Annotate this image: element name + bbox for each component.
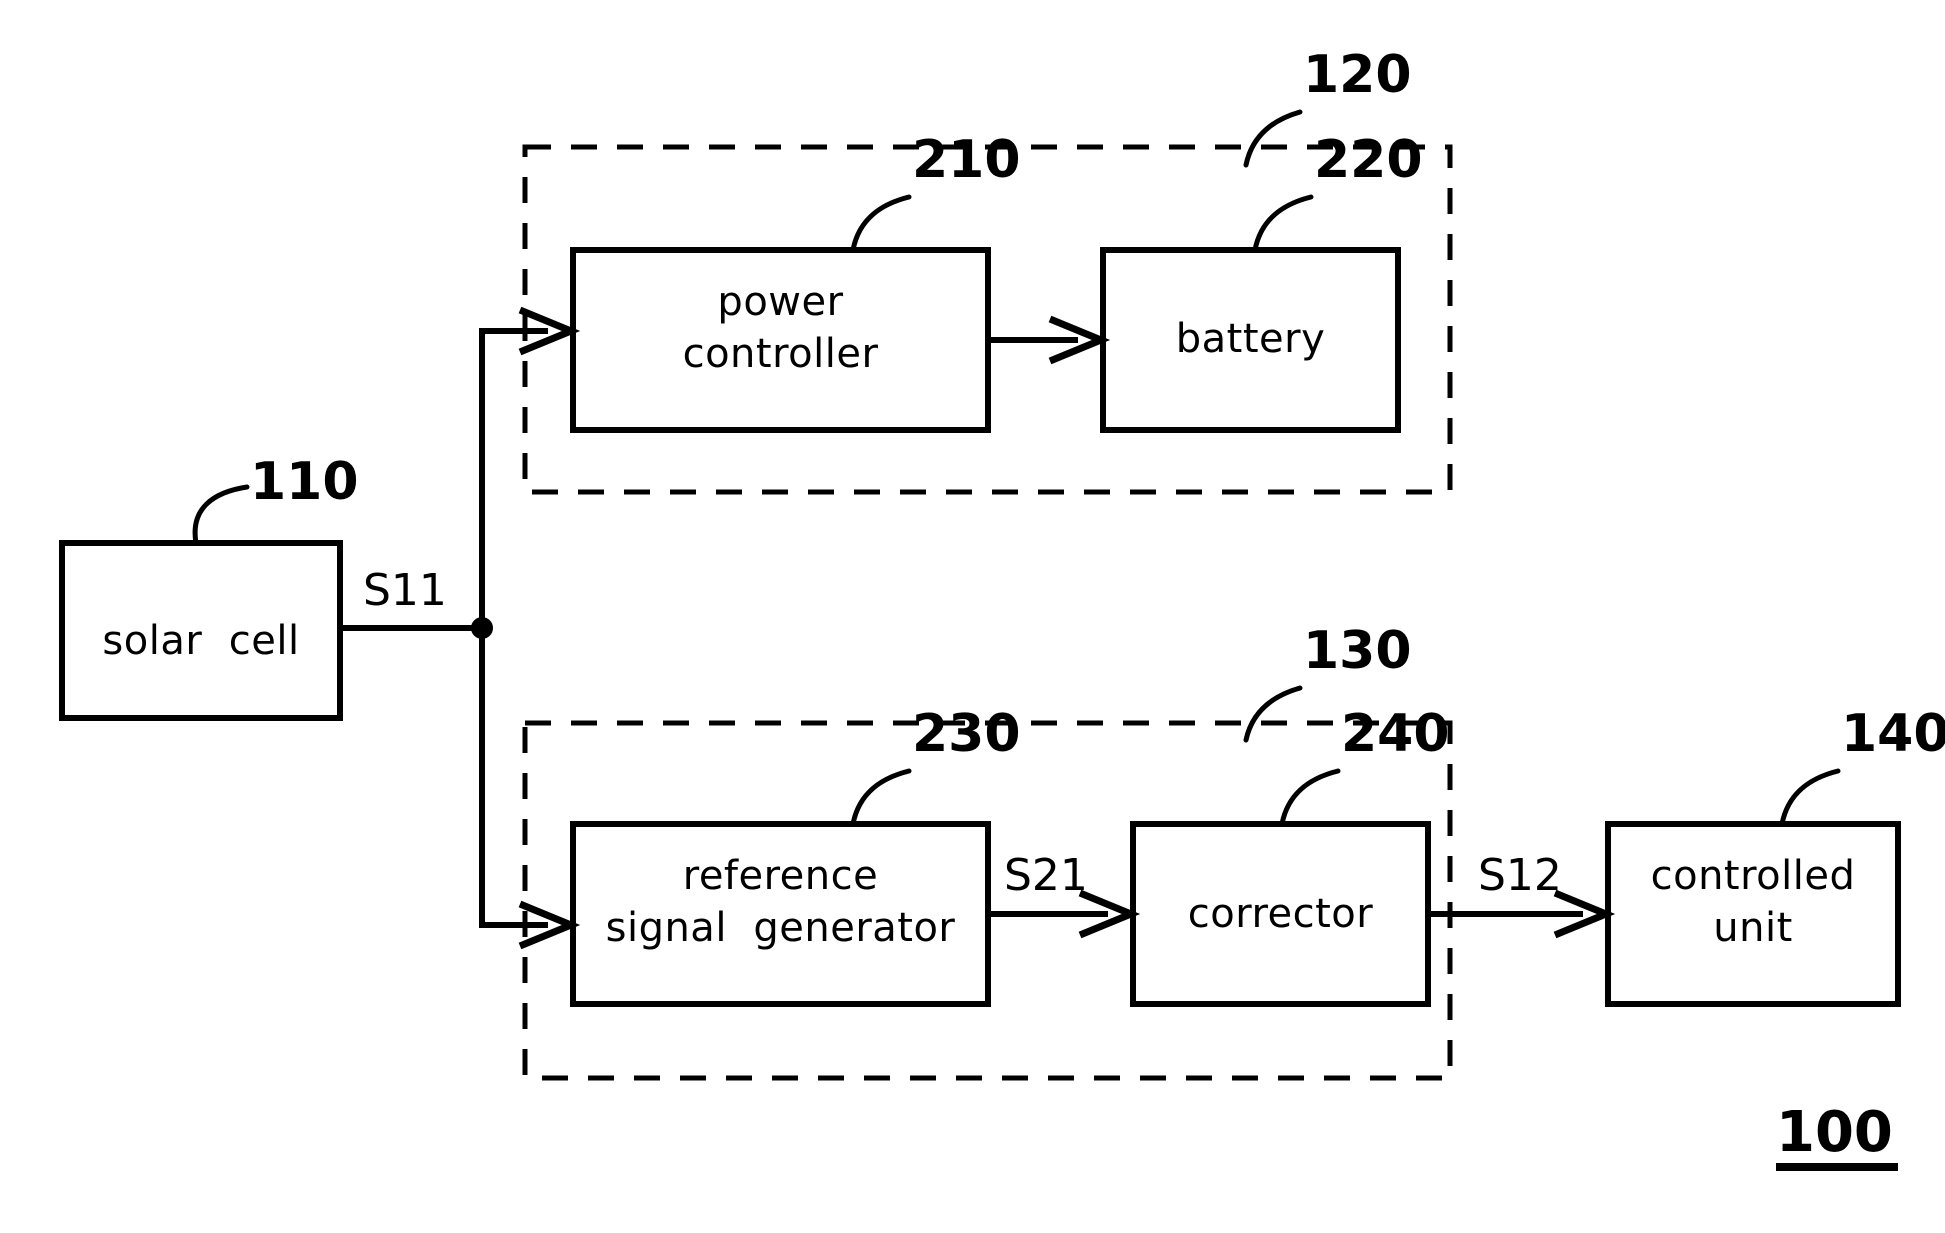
wire-s11-down-branch	[479, 628, 548, 928]
block-power-controller	[570, 247, 991, 433]
leader-line-230	[850, 768, 912, 827]
leader-line-210	[850, 194, 912, 253]
leader-line-140	[1779, 768, 1841, 827]
ref-number-210: 210	[912, 130, 1021, 190]
ref-number-130: 130	[1303, 621, 1412, 681]
block-controlled-unit	[1605, 821, 1901, 1007]
signal-label-s11: S11	[363, 565, 447, 616]
system-number-100: 100	[1776, 1100, 1893, 1165]
junction-dot-s11	[471, 617, 493, 639]
ref-number-110: 110	[250, 452, 359, 512]
leader-line-220	[1252, 194, 1314, 253]
ref-number-120: 120	[1303, 45, 1412, 105]
leader-line-130	[1243, 685, 1303, 743]
wire-s11-up-branch	[479, 328, 548, 628]
block-solar-cell	[59, 540, 343, 721]
patent-figure: solar cell power controller battery refe…	[0, 0, 1945, 1233]
leader-line-240	[1279, 768, 1341, 827]
leader-line-110	[192, 484, 250, 546]
block-corrector	[1130, 821, 1431, 1007]
leader-line-120	[1243, 109, 1303, 168]
block-battery	[1100, 247, 1401, 433]
ref-number-140: 140	[1841, 704, 1945, 764]
ref-number-230: 230	[912, 704, 1021, 764]
ref-number-220: 220	[1314, 130, 1423, 190]
block-reference-signal-generator	[570, 821, 991, 1007]
signal-label-s12: S12	[1478, 850, 1562, 901]
signal-label-s21: S21	[1004, 850, 1088, 901]
ref-number-240: 240	[1341, 704, 1450, 764]
